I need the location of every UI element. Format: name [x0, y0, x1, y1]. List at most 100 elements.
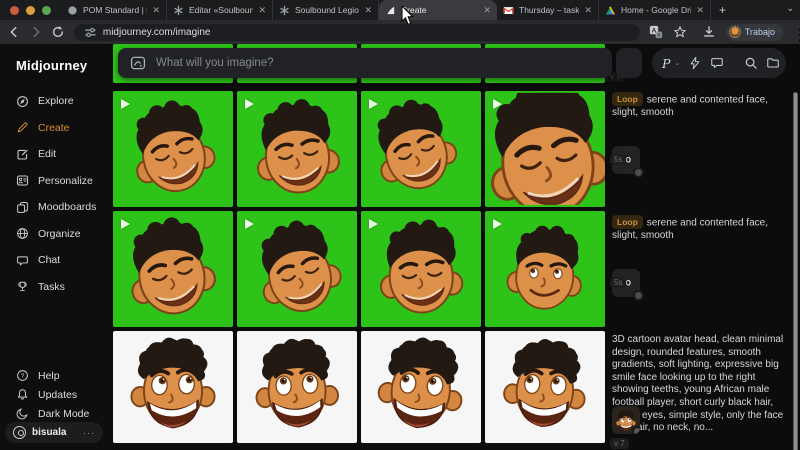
browser-profile-chip[interactable]: Trabajo — [725, 23, 784, 41]
address-bar[interactable]: midjourney.com/imagine — [73, 23, 640, 41]
browser-tabs: POM Standard | Diseño D✕Editar «Soulboun… — [61, 0, 711, 20]
translate-icon[interactable]: Aa — [649, 25, 664, 40]
sidebar-item-moodboards[interactable]: Moodboards — [0, 194, 110, 221]
video-tile[interactable] — [485, 211, 605, 327]
forward-icon[interactable] — [28, 24, 44, 40]
personalize-chevron-icon[interactable]: ⌄ — [674, 59, 680, 67]
job-prompt[interactable]: Loop serene and contented face, slight, s… — [612, 215, 789, 243]
reload-icon[interactable] — [50, 24, 66, 40]
tab-soulbound-legions-bou[interactable]: Soulbound Legions - Bou ✕ — [273, 0, 379, 20]
duration-badge: 5s — [610, 277, 627, 288]
browser-tab-strip: POM Standard | Diseño D✕Editar «Soulboun… — [0, 0, 800, 20]
browser-toolbar: midjourney.com/imagine Aa Trabajo ⋮ — [0, 20, 800, 44]
tab-title: Thursday – tasks due soo — [519, 5, 580, 15]
minimize-window-button[interactable] — [26, 5, 35, 15]
view-toolbar: P ⌄ — [652, 48, 786, 78]
zoom-window-button[interactable] — [42, 5, 51, 15]
sidebar-item-help[interactable]: ? Help — [0, 366, 110, 385]
imagine-placeholder: What will you imagine? — [156, 57, 274, 69]
scrollbar[interactable] — [793, 92, 798, 450]
fast-mode-bolt-icon[interactable] — [688, 56, 702, 70]
play-icon — [245, 219, 254, 229]
sidebar-item-create[interactable]: Create — [0, 115, 110, 142]
sidebar-item-explore[interactable]: Explore — [0, 88, 110, 115]
sidebar-item-label: Explore — [38, 95, 74, 108]
creations-grid — [113, 44, 610, 450]
play-icon — [493, 219, 502, 229]
video-tile[interactable] — [237, 91, 357, 207]
pen-icon — [16, 121, 29, 134]
moon-icon — [16, 407, 29, 420]
personalize-toggle[interactable]: P — [662, 56, 670, 71]
image-prompt-icon — [130, 55, 146, 71]
sidebar-item-label: Personalize — [38, 174, 93, 187]
bookmark-star-icon[interactable] — [673, 25, 688, 40]
imagine-bar[interactable]: What will you imagine? — [118, 48, 612, 78]
video-tile[interactable] — [361, 211, 481, 327]
midjourney-app: Midjourney Explore Create Edit Personalize M… — [0, 44, 800, 450]
gmail-icon — [503, 5, 514, 16]
video-tile[interactable] — [485, 91, 605, 207]
search-icon[interactable] — [744, 56, 758, 70]
sidebar-user-pill[interactable]: bisuala ··· — [5, 422, 103, 443]
image-tile[interactable] — [485, 331, 605, 443]
globe-grid-icon — [16, 227, 29, 240]
sidebar-item-label: Help — [38, 369, 60, 382]
new-tab-button[interactable]: + — [719, 3, 726, 17]
user-menu-dots-icon[interactable]: ··· — [83, 428, 95, 438]
video-tile[interactable] — [113, 211, 233, 327]
video-tile[interactable] — [361, 91, 481, 207]
image-tile[interactable] — [361, 331, 481, 443]
tab-thursday-tasks-due-soo[interactable]: Thursday – tasks due soo ✕ — [497, 0, 599, 20]
comments-bubble-icon[interactable] — [710, 56, 724, 70]
sidebar-item-organize[interactable]: Organize — [0, 221, 110, 248]
image-tile[interactable] — [237, 331, 357, 443]
tab-overflow-chevron-icon[interactable]: ⌄ — [786, 3, 794, 14]
tab-create[interactable]: Create ✕ — [379, 0, 497, 20]
loop-badge: Loop — [612, 215, 643, 230]
sidebar-item-personalize[interactable]: Personalize — [0, 168, 110, 195]
tab-pom-standard-dise-o-d[interactable]: POM Standard | Diseño D ✕ — [61, 0, 167, 20]
browser-menu-kebab-icon[interactable]: ⋮ — [792, 25, 800, 44]
profile-label: Trabajo — [744, 27, 776, 37]
tab-editar-soulbound-legion[interactable]: Editar «Soulbound Legion ✕ — [167, 0, 273, 20]
video-tile[interactable] — [113, 91, 233, 207]
help-icon: ? — [16, 369, 29, 382]
version-badge: v 7 — [610, 438, 629, 449]
sidebar-item-label: Create — [38, 121, 70, 134]
back-icon[interactable] — [6, 24, 22, 40]
user-avatar — [13, 426, 26, 439]
compass-icon — [16, 95, 29, 108]
progress-spinner — [633, 289, 644, 301]
image-tile[interactable] — [113, 331, 233, 443]
tab-close-icon[interactable]: ✕ — [696, 5, 704, 16]
svg-text:a: a — [658, 33, 661, 39]
tab-close-icon[interactable]: ✕ — [258, 5, 266, 16]
sidebar-item-dark-mode[interactable]: Dark Mode — [0, 404, 110, 423]
sidebar-item-label: Organize — [38, 227, 81, 240]
site-settings-icon[interactable] — [84, 26, 97, 39]
midjourney-logo[interactable]: Midjourney — [16, 58, 87, 73]
profile-avatar — [728, 26, 741, 38]
prompt-settings-button[interactable] — [616, 48, 643, 81]
tab-home-google-drive[interactable]: Home - Google Drive ✕ — [599, 0, 711, 20]
sidebar-item-edit[interactable]: Edit — [0, 141, 110, 168]
sidebar-item-label: Moodboards — [38, 201, 97, 214]
sidebar-item-tasks[interactable]: Tasks — [0, 274, 110, 301]
video-tile[interactable] — [237, 211, 357, 327]
folder-icon[interactable] — [766, 56, 780, 70]
tab-close-icon[interactable]: ✕ — [364, 5, 372, 16]
app-window: POM Standard | Diseño D✕Editar «Soulboun… — [0, 0, 800, 450]
downloads-icon[interactable] — [702, 25, 717, 40]
close-window-button[interactable] — [10, 5, 19, 15]
job-prompt[interactable]: Loop serene and contented face, slight, s… — [612, 92, 789, 120]
tab-close-icon[interactable]: ✕ — [584, 5, 592, 16]
sidebar-item-chat[interactable]: Chat — [0, 247, 110, 274]
image-thumbnail[interactable] — [612, 406, 640, 434]
sidebar-item-updates[interactable]: Updates — [0, 385, 110, 404]
sidebar-item-label: Updates — [38, 388, 78, 401]
tab-close-icon[interactable]: ✕ — [152, 5, 160, 16]
tab-close-icon[interactable]: ✕ — [483, 5, 491, 16]
personalize-icon — [16, 174, 29, 187]
play-icon — [369, 219, 378, 229]
